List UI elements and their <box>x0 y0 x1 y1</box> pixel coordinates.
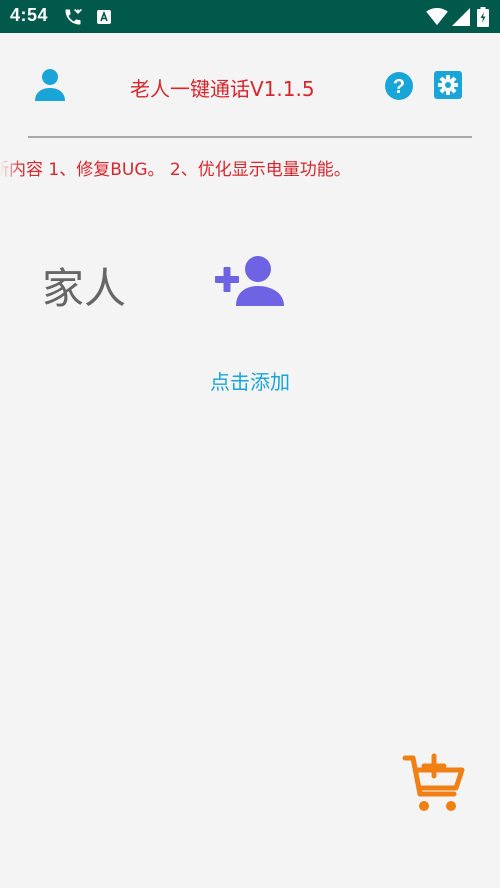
settings-icon[interactable] <box>434 71 462 99</box>
status-time: 4:54 <box>10 5 49 25</box>
app-title: 老人一键通话V1.1.5 <box>130 77 315 101</box>
shopping-cart-add-icon[interactable] <box>402 752 466 816</box>
app-header: 老人一键通话V1.1.5 ? <box>0 33 500 138</box>
announcement-marquee: 新内容 1、修复BUG。 2、优化显示电量功能。 <box>0 153 500 181</box>
add-contact-label[interactable]: 点击添加 <box>190 366 310 395</box>
user-icon[interactable] <box>32 67 68 103</box>
add-contact-icon[interactable] <box>212 252 290 310</box>
svg-text:?: ? <box>393 76 405 98</box>
marquee-fade <box>0 153 22 181</box>
help-icon[interactable]: ? <box>384 71 414 101</box>
wifi-icon <box>426 6 448 28</box>
missed-call-icon <box>62 6 84 28</box>
status-bar: 4:54 <box>0 0 500 33</box>
signal-icon <box>450 6 472 28</box>
app-notification-icon <box>93 6 115 28</box>
announcement-text: 新内容 1、修复BUG。 2、优化显示电量功能。 <box>0 160 351 180</box>
battery-icon <box>472 6 494 28</box>
header-divider <box>28 136 472 138</box>
contact-name[interactable]: 家人 <box>42 255 126 316</box>
